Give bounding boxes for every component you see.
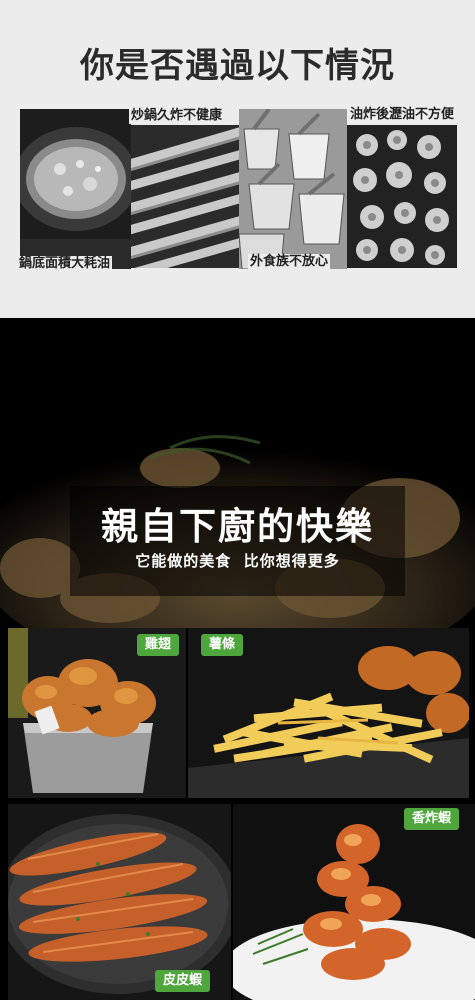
takeout-food-photo	[239, 109, 347, 269]
fried-sticks-photo	[131, 125, 239, 268]
problems-title: 你是否遇過以下情況	[80, 46, 395, 86]
tag-mantis-shrimp: 皮皮蝦	[155, 970, 211, 992]
fried-shrimp-photo	[233, 804, 475, 1000]
tag-chicken-wings: 雞翅	[137, 634, 180, 656]
oily-pan-photo	[20, 109, 131, 269]
cooking-joy-subtitle: 它能做的美食 比你想得更多	[135, 552, 340, 570]
cooking-joy-section: 親自下廚的快樂 它能做的美食 比你想得更多 雞翅 薯條 香炸蝦 皮皮蝦	[0, 318, 475, 1000]
caption-draining-oil: 油炸後瀝油不方便	[348, 107, 457, 123]
problems-section: 你是否遇過以下情況 鍋底面積大耗油 炒鍋久炸不健康 外食族不放心 油炸後瀝油不方…	[0, 0, 475, 318]
tag-fried-shrimp: 香炸蝦	[404, 808, 460, 830]
caption-large-pan: 鍋底面積大耗油	[17, 256, 113, 272]
cooking-joy-title: 親自下廚的快樂	[101, 504, 374, 548]
draining-basket-photo	[347, 125, 457, 268]
headline-box: 親自下廚的快樂 它能做的美食 比你想得更多	[70, 486, 405, 596]
tag-french-fries: 薯條	[201, 634, 244, 656]
caption-wok-unhealthy: 炒鍋久炸不健康	[129, 108, 225, 124]
caption-eating-out: 外食族不放心	[248, 254, 331, 270]
